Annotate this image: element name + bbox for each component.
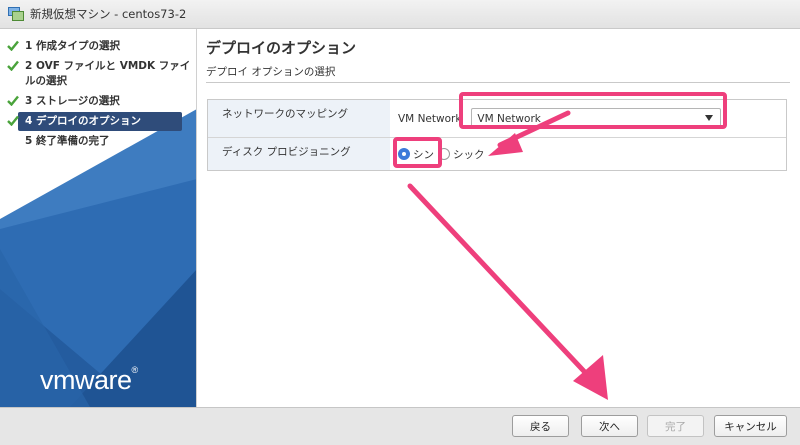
wizard-step-1[interactable]: 1 作成タイプの選択 xyxy=(0,37,196,56)
disk-provisioning-row: ディスク プロビジョニング シン シック xyxy=(208,138,786,170)
network-select-value: VM Network xyxy=(477,112,541,125)
vmware-logo-text: vmware xyxy=(40,365,132,395)
radio-selected-icon xyxy=(398,148,410,160)
cancel-button[interactable]: キャンセル xyxy=(714,415,787,437)
thin-radio-label: シン xyxy=(413,148,434,161)
title-divider xyxy=(206,82,790,83)
window-titlebar: 新規仮想マシン - centos73-2 xyxy=(0,0,800,29)
check-icon xyxy=(7,115,19,126)
check-icon xyxy=(7,60,19,71)
wizard-step-3[interactable]: 3 ストレージの選択 xyxy=(0,92,196,111)
next-button[interactable]: 次へ xyxy=(581,415,638,437)
wizard-sidebar: 1 作成タイプの選択 2 OVF ファイルと VMDK ファイルの選択 3 スト… xyxy=(0,29,197,407)
wizard-step-label: 2 OVF ファイルと VMDK ファイルの選択 xyxy=(25,60,191,87)
vm-icon xyxy=(8,7,24,21)
page-title: デプロイのオプション xyxy=(206,39,357,57)
wizard-step-label: 4 デプロイのオプション xyxy=(25,115,141,127)
wizard-step-label: 3 ストレージの選択 xyxy=(25,95,120,107)
back-button[interactable]: 戻る xyxy=(512,415,569,437)
thick-radio[interactable]: シック xyxy=(438,147,485,162)
wizard-steps: 1 作成タイプの選択 2 OVF ファイルと VMDK ファイルの選択 3 スト… xyxy=(0,37,196,152)
page-subtitle: デプロイ オプションの選択 xyxy=(206,66,336,78)
chevron-down-icon xyxy=(705,115,714,121)
radio-unselected-icon xyxy=(438,148,450,160)
check-icon xyxy=(7,95,19,106)
thin-radio[interactable]: シン xyxy=(398,147,434,162)
network-select[interactable]: VM Network xyxy=(471,108,722,129)
vmware-logo: vmware® xyxy=(40,365,138,396)
deploy-options-form: ネットワークのマッピング VM Network VM Network ディスク … xyxy=(207,99,787,171)
disk-provisioning-value: シン シック xyxy=(390,138,786,170)
window-title: 新規仮想マシン - centos73-2 xyxy=(30,7,187,21)
check-icon xyxy=(7,40,19,51)
finish-button[interactable]: 完了 xyxy=(647,415,704,437)
thick-radio-label: シック xyxy=(453,148,485,161)
network-mapping-value: VM Network VM Network xyxy=(390,100,786,137)
wizard-step-4[interactable]: 4 デプロイのオプション xyxy=(7,112,182,131)
network-mapping-row: ネットワークのマッピング VM Network VM Network xyxy=(208,100,786,138)
wizard-step-2[interactable]: 2 OVF ファイルと VMDK ファイルの選択 xyxy=(0,57,196,91)
wizard-step-label: 1 作成タイプの選択 xyxy=(25,40,120,52)
registered-mark: ® xyxy=(131,365,139,375)
wizard-main: デプロイのオプション デプロイ オプションの選択 ネットワークのマッピング VM… xyxy=(197,29,800,407)
wizard-step-label: 5 終了準備の完了 xyxy=(25,135,110,147)
network-mapping-label: ネットワークのマッピング xyxy=(208,100,390,137)
source-network-label: VM Network xyxy=(398,112,462,125)
wizard-footer: 戻る 次へ 完了 キャンセル xyxy=(0,407,800,445)
wizard-step-5[interactable]: 5 終了準備の完了 xyxy=(0,132,196,151)
disk-provisioning-label: ディスク プロビジョニング xyxy=(208,138,390,170)
